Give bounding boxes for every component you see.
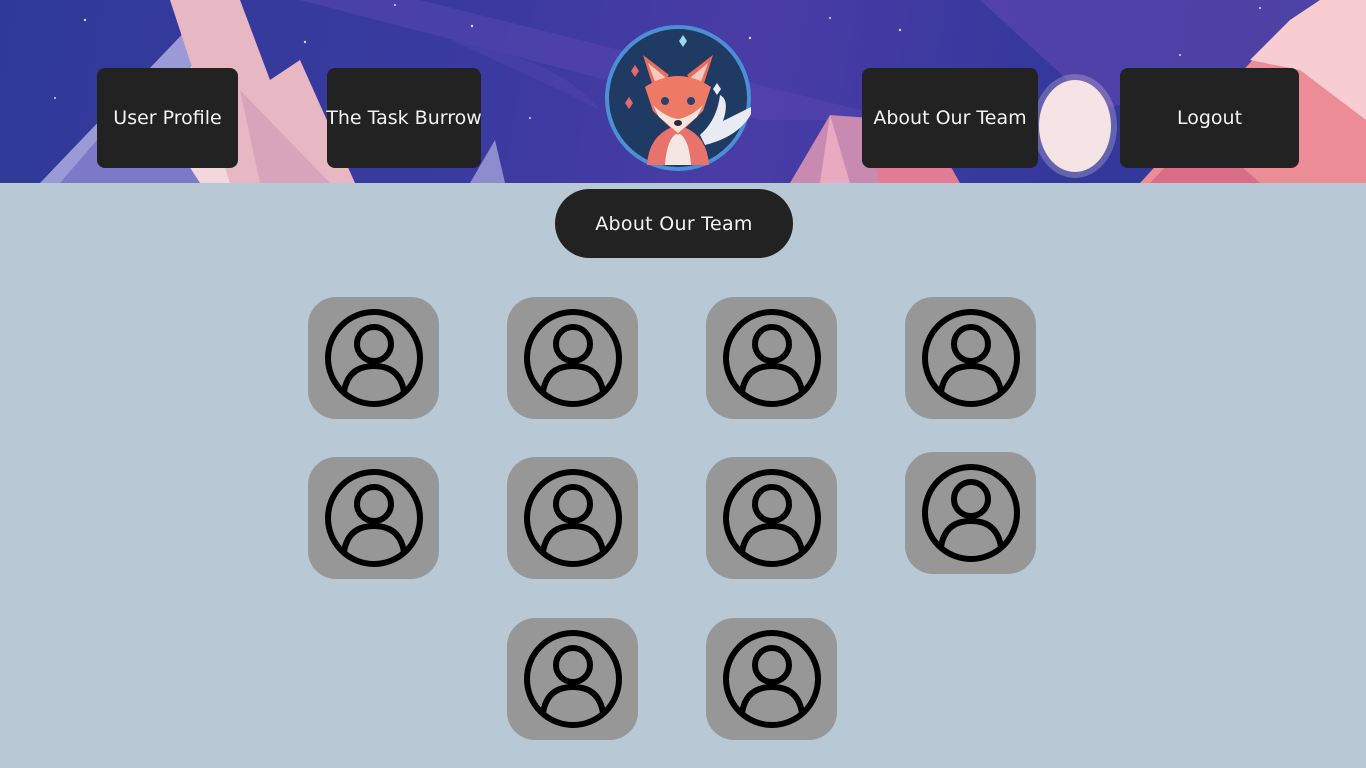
- nav-user-profile-label: User Profile: [113, 107, 222, 129]
- user-avatar-icon: [324, 309, 423, 407]
- team-member-avatar[interactable]: [905, 297, 1036, 419]
- team-member-avatar[interactable]: [706, 618, 837, 740]
- user-avatar-icon: [324, 469, 423, 567]
- user-avatar-icon: [722, 309, 821, 407]
- team-member-avatar[interactable]: [507, 457, 638, 579]
- team-member-avatar[interactable]: [308, 297, 439, 419]
- header-banner: User Profile The Task Burrow About Our T…: [0, 0, 1366, 183]
- fox-logo[interactable]: [605, 25, 751, 171]
- team-member-avatar[interactable]: [706, 297, 837, 419]
- user-avatar-icon: [523, 630, 622, 728]
- nav-about-team-button[interactable]: About Our Team: [862, 68, 1038, 168]
- team-member-avatar[interactable]: [308, 457, 439, 579]
- user-avatar-icon: [921, 309, 1020, 407]
- user-avatar-icon: [921, 464, 1020, 562]
- team-member-avatar[interactable]: [706, 457, 837, 579]
- user-avatar-icon: [523, 469, 622, 567]
- team-member-avatar[interactable]: [507, 297, 638, 419]
- nav-user-profile-button[interactable]: User Profile: [97, 68, 238, 168]
- nav-about-team-label: About Our Team: [873, 107, 1027, 129]
- page-title: About Our Team: [555, 189, 793, 258]
- user-avatar-icon: [523, 309, 622, 407]
- nav-logout-button[interactable]: Logout: [1120, 68, 1299, 168]
- user-avatar-icon: [722, 630, 821, 728]
- nav-logout-label: Logout: [1176, 107, 1243, 129]
- page-title-label: About Our Team: [595, 212, 753, 235]
- nav-task-burrow-button[interactable]: The Task Burrow: [326, 68, 482, 168]
- user-avatar-icon: [722, 469, 821, 567]
- team-member-avatar[interactable]: [507, 618, 638, 740]
- nav-task-burrow-label: The Task Burrow: [326, 107, 482, 129]
- team-member-avatar[interactable]: [905, 452, 1036, 574]
